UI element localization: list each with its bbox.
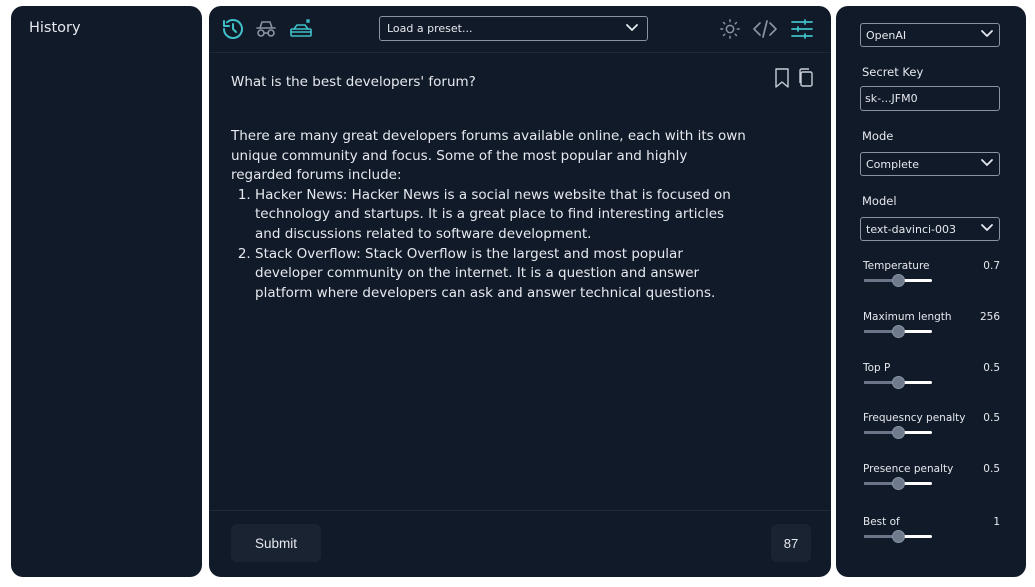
history-icon[interactable] xyxy=(220,17,246,41)
slider-label: Best of xyxy=(863,516,900,528)
chevron-down-icon xyxy=(980,29,994,42)
history-title: History xyxy=(29,20,81,36)
slider-track[interactable] xyxy=(864,426,932,439)
slider-track[interactable] xyxy=(864,477,932,490)
chevron-down-icon xyxy=(980,158,994,171)
chevron-down-icon xyxy=(980,223,994,236)
settings-panel: OpenAI Secret Key sk-...JFM0 Mode Comple… xyxy=(836,6,1026,577)
slider-value: 0.5 xyxy=(983,362,1000,374)
footer: Submit 87 xyxy=(209,510,831,577)
slider-thumb[interactable] xyxy=(891,530,905,543)
code-icon[interactable] xyxy=(752,17,778,41)
prompt-text: What is the best developers' forum? xyxy=(231,74,476,90)
toolbar: Load a preset... xyxy=(209,6,831,53)
mode-label: Mode xyxy=(862,129,894,143)
sliders-icon[interactable] xyxy=(789,17,815,41)
slider-row: Maximum length 256 xyxy=(836,311,1026,351)
slider-label: Top P xyxy=(863,362,891,374)
preset-select[interactable]: Load a preset... xyxy=(379,16,648,41)
model-select[interactable]: text-davinci-003 xyxy=(860,217,1000,241)
slider-track[interactable] xyxy=(864,325,932,338)
token-count-badge: 87 xyxy=(771,524,811,562)
main-panel: Load a preset... What is the best develo… xyxy=(209,6,831,577)
copy-icon[interactable] xyxy=(798,68,814,92)
slider-row: Frequesncy penalty 0.5 xyxy=(836,412,1026,452)
history-panel: History xyxy=(11,6,202,577)
provider-value: OpenAI xyxy=(866,28,907,42)
slider-row: Top P 0.5 xyxy=(836,362,1026,402)
slider-value: 0.7 xyxy=(983,260,1000,272)
chevron-down-icon xyxy=(625,23,639,36)
list-item: Hacker News: Hacker News is a social new… xyxy=(255,186,751,245)
model-value: text-davinci-003 xyxy=(866,222,957,236)
response-intro: There are many great developers forums a… xyxy=(231,128,746,184)
slider-row: Best of 1 xyxy=(836,516,1026,556)
submit-button[interactable]: Submit xyxy=(231,524,321,562)
slider-thumb[interactable] xyxy=(891,325,905,338)
incognito-icon[interactable] xyxy=(253,17,279,41)
model-label: Model xyxy=(862,194,897,208)
secret-key-label: Secret Key xyxy=(862,65,924,79)
slider-thumb[interactable] xyxy=(891,274,905,287)
response-text: There are many great developers forums a… xyxy=(231,127,751,303)
slider-row: Temperature 0.7 xyxy=(836,260,1026,300)
slider-track[interactable] xyxy=(864,530,932,543)
slider-row: Presence penalty 0.5 xyxy=(836,463,1026,503)
slider-thumb[interactable] xyxy=(891,477,905,490)
slider-value: 256 xyxy=(979,311,1000,323)
slider-track[interactable] xyxy=(864,274,932,287)
mode-value: Complete xyxy=(866,157,920,171)
secret-key-input[interactable]: sk-...JFM0 xyxy=(860,86,1000,111)
card-actions xyxy=(774,68,814,92)
slider-label: Temperature xyxy=(863,260,930,272)
slider-thumb[interactable] xyxy=(891,426,905,439)
slider-label: Maximum length xyxy=(863,311,952,323)
list-item: Stack Overflow: Stack Overflow is the la… xyxy=(255,245,751,304)
provider-select[interactable]: OpenAI xyxy=(860,23,1000,47)
theme-sun-icon[interactable] xyxy=(717,17,743,41)
slider-value: 0.5 xyxy=(983,463,1000,475)
bed-icon[interactable] xyxy=(288,17,314,41)
preset-select-value: Load a preset... xyxy=(387,22,473,35)
slider-value: 1 xyxy=(993,516,1000,528)
slider-label: Presence penalty xyxy=(863,463,954,475)
response-list: Hacker News: Hacker News is a social new… xyxy=(231,186,751,304)
bookmark-icon[interactable] xyxy=(774,68,790,92)
slider-value: 0.5 xyxy=(983,412,1000,424)
slider-track[interactable] xyxy=(864,376,932,389)
slider-label: Frequesncy penalty xyxy=(863,412,966,424)
slider-thumb[interactable] xyxy=(891,376,905,389)
mode-select[interactable]: Complete xyxy=(860,152,1000,176)
